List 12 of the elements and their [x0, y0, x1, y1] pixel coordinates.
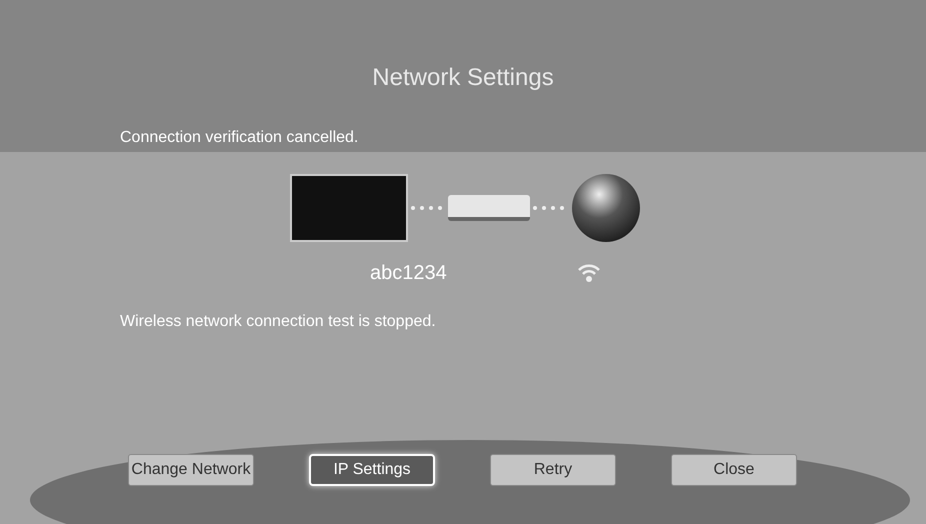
- network-name: abc1234: [370, 261, 447, 286]
- wifi-icon: [576, 263, 601, 283]
- dialog-button[interactable]: Change Network: [128, 454, 254, 486]
- dialog-button[interactable]: Close: [671, 454, 797, 486]
- dialog-button[interactable]: IP Settings: [309, 454, 435, 486]
- dialog-button[interactable]: Retry: [490, 454, 616, 486]
- window-title: Network Settings: [372, 63, 554, 93]
- router-icon: [448, 195, 530, 221]
- globe-icon: [570, 172, 642, 244]
- result-message: Wireless network connection test is stopped.: [120, 312, 437, 332]
- tv-screen-icon: [290, 174, 408, 242]
- status-message: Connection verification cancelled.: [120, 128, 360, 148]
